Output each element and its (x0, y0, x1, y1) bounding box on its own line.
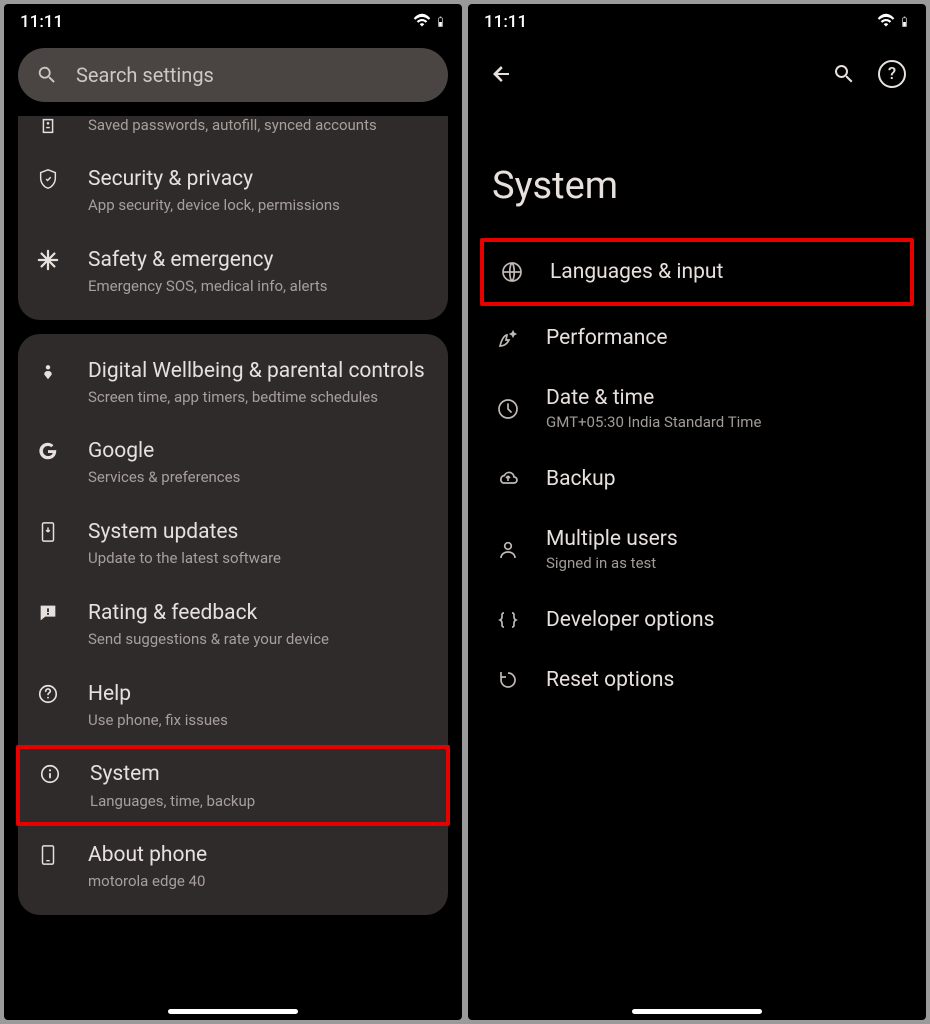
reset-icon (494, 668, 522, 692)
item-title: Multiple users (546, 527, 900, 551)
item-subtitle: App security, device lock, permissions (88, 196, 430, 215)
battery-icon (435, 13, 446, 31)
key-icon (28, 116, 68, 137)
settings-item-help[interactable]: Help Use phone, fix issues (18, 665, 448, 746)
item-subtitle: Send suggestions & rate your device (88, 630, 430, 649)
item-title: Security & privacy (88, 166, 430, 192)
page-title: System (468, 104, 926, 238)
status-bar: 11:11 (468, 4, 926, 36)
item-title: Digital Wellbeing & parental controls (88, 358, 430, 384)
system-screen: 11:11 ? System Languages & input Perform… (468, 4, 926, 1020)
item-title: System updates (88, 519, 430, 545)
search-placeholder: Search settings (76, 63, 214, 87)
item-subtitle: Languages, time, backup (90, 792, 428, 811)
item-title: Languages & input (550, 260, 896, 284)
settings-item-google[interactable]: Google Services & preferences (18, 422, 448, 503)
item-title: Backup (546, 467, 900, 491)
nav-bar[interactable] (4, 1009, 462, 1014)
item-title: System (90, 761, 428, 787)
item-title: About phone (88, 842, 430, 868)
globe-icon (498, 260, 526, 284)
update-icon (28, 519, 68, 543)
item-subtitle: Update to the latest software (88, 549, 430, 568)
settings-item-update[interactable]: System updates Update to the latest softw… (18, 503, 448, 584)
item-title: Date & time (546, 386, 900, 410)
user-icon (494, 538, 522, 562)
clock-text: 11:11 (20, 12, 63, 32)
item-subtitle: Signed in as test (546, 554, 900, 572)
shield-icon (28, 166, 68, 190)
system-item-clock[interactable]: Date & time GMT+05:30 India Standard Time (480, 368, 914, 449)
battery-icon (899, 13, 910, 31)
search-button[interactable] (824, 54, 864, 94)
item-subtitle: Services & preferences (88, 468, 430, 487)
settings-item-feedback[interactable]: Rating & feedback Send suggestions & rate… (18, 584, 448, 665)
clock-text: 11:11 (484, 12, 527, 32)
settings-item-phone[interactable]: About phone motorola edge 40 (18, 826, 448, 907)
search-icon (36, 64, 58, 86)
settings-card-2: Digital Wellbeing & parental controls Scr… (18, 334, 448, 915)
item-subtitle: GMT+05:30 India Standard Time (546, 413, 900, 431)
help-button[interactable]: ? (872, 54, 912, 94)
perf-icon (494, 326, 522, 350)
item-title: Safety & emergency (88, 247, 430, 273)
settings-item-shield[interactable]: Security & privacy App security, device l… (18, 150, 448, 231)
braces-icon (494, 608, 522, 632)
item-title: Saved passwords, autofill, synced accoun… (88, 116, 430, 134)
system-item-reset[interactable]: Reset options (480, 650, 914, 710)
item-title: Help (88, 681, 430, 707)
info-icon (30, 761, 70, 785)
item-title: Performance (546, 326, 900, 350)
cloud-icon (494, 467, 522, 491)
settings-item-star[interactable]: Safety & emergency Emergency SOS, medical… (18, 231, 448, 312)
top-bar: ? (468, 36, 926, 104)
system-item-braces[interactable]: Developer options (480, 590, 914, 650)
item-title: Developer options (546, 608, 900, 632)
wifi-icon (413, 13, 431, 31)
system-item-user[interactable]: Multiple users Signed in as test (480, 509, 914, 590)
settings-item-wellbeing[interactable]: Digital Wellbeing & parental controls Scr… (18, 342, 448, 423)
item-subtitle: motorola edge 40 (88, 872, 430, 891)
system-item-perf[interactable]: Performance (480, 308, 914, 368)
settings-screen: 11:11 Search settings Saved passwords, a… (4, 4, 462, 1020)
settings-card-1: Saved passwords, autofill, synced accoun… (18, 116, 448, 320)
phone-icon (28, 842, 68, 866)
system-item-globe[interactable]: Languages & input (480, 238, 914, 306)
item-subtitle: Use phone, fix issues (88, 711, 430, 730)
item-subtitle: Screen time, app timers, bedtime schedul… (88, 388, 430, 407)
status-bar: 11:11 (4, 4, 462, 36)
nav-bar[interactable] (468, 1009, 926, 1014)
system-item-cloud[interactable]: Backup (480, 449, 914, 509)
feedback-icon (28, 600, 68, 624)
back-button[interactable] (482, 54, 522, 94)
help-icon (28, 681, 68, 705)
google-icon (28, 438, 68, 462)
item-subtitle: Emergency SOS, medical info, alerts (88, 277, 430, 296)
item-title: Google (88, 438, 430, 464)
wifi-icon (877, 13, 895, 31)
search-settings-input[interactable]: Search settings (18, 48, 448, 102)
item-title: Reset options (546, 668, 900, 692)
wellbeing-icon (28, 358, 68, 382)
settings-item-key[interactable]: Saved passwords, autofill, synced accoun… (18, 116, 448, 150)
clock-icon (494, 397, 522, 421)
settings-item-info[interactable]: System Languages, time, backup (16, 745, 450, 826)
star-icon (28, 247, 68, 271)
item-title: Rating & feedback (88, 600, 430, 626)
